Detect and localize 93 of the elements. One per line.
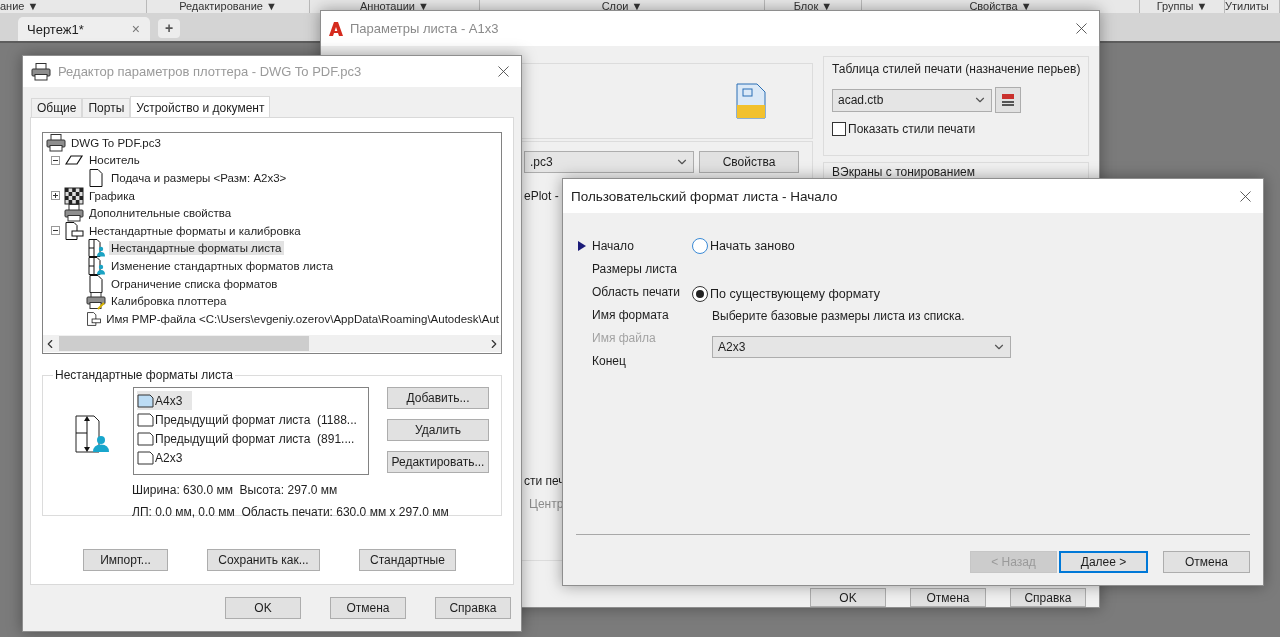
group-title: Таблица стилей печати (назначение перьев) — [832, 62, 1081, 76]
checkbox-label: Показать стили печати — [848, 122, 976, 136]
ribbon-panel-label[interactable]: Редактирование ▼ — [179, 0, 277, 13]
wizard-step: Начало — [592, 238, 634, 253]
tree-item[interactable]: Носитель — [87, 153, 142, 168]
dialog-button[interactable]: Отмена — [910, 588, 986, 607]
list-item[interactable]: Предыдущий формат листа (891.... — [137, 429, 365, 448]
dialog-button[interactable]: Отмена — [330, 597, 406, 619]
hint-text: Выберите базовые размеры листа из списка. — [712, 309, 965, 323]
plotter-dropdown[interactable]: .pc3 — [524, 151, 694, 173]
horizontal-scrollbar[interactable] — [43, 335, 501, 352]
tree-item[interactable]: DWG To PDF.pc3 — [69, 135, 163, 150]
wizard-step: Имя файла — [592, 330, 656, 345]
window-title: Редактор параметров плоттера - DWG To PDF.pc3 — [58, 64, 362, 79]
radio-label: По существующему формату — [710, 287, 881, 301]
collapse-toggle[interactable] — [51, 226, 60, 236]
action-button[interactable]: Сохранить как... — [207, 549, 320, 571]
list-item[interactable]: A2x3 — [137, 448, 193, 467]
dialog-button[interactable]: OK — [810, 588, 886, 607]
option-label: Центр — [529, 497, 564, 511]
wizard-button[interactable]: Далее > — [1059, 551, 1148, 573]
action-button[interactable]: Импорт... — [83, 549, 168, 571]
tab[interactable]: Общие — [31, 98, 83, 117]
tab[interactable]: Устройство и документ — [130, 96, 271, 118]
wizard-button[interactable]: Отмена — [1163, 551, 1250, 573]
page-icon — [137, 431, 154, 446]
wizard-step: Имя формата — [592, 307, 669, 322]
window-title: Пользовательский формат листа - Начало — [571, 188, 838, 204]
plotter-note: ePlot - — [524, 189, 559, 203]
tree-item[interactable]: Нестандартные форматы и калибровка — [87, 223, 303, 238]
tree-item[interactable]: Графика — [87, 188, 137, 203]
wizard-step: Размеры листа — [592, 261, 677, 276]
page-dimensions-icon — [86, 239, 106, 258]
file-icon — [734, 83, 768, 119]
dialog-button[interactable]: OK — [225, 597, 301, 619]
radio-button[interactable] — [692, 238, 708, 254]
tree-item[interactable]: Изменение стандартных форматов листа — [109, 258, 336, 273]
ribbon-panel-label[interactable]: Слои ▼ — [601, 0, 643, 13]
ribbon-panel-label[interactable]: Утилиты — [1225, 0, 1269, 13]
page-dimensions-icon — [75, 415, 111, 453]
action-button[interactable]: Стандартные — [359, 549, 456, 571]
window-title: Параметры листа - A1x3 — [350, 21, 499, 36]
wizard-step: Область печати — [592, 284, 681, 299]
collapse-toggle[interactable] — [51, 155, 60, 165]
ribbon-panel-label[interactable]: Свойства ▼ — [969, 0, 1032, 13]
list-action-button[interactable]: Добавить... — [387, 387, 489, 409]
page-icon — [137, 393, 154, 408]
group-title: Нестандартные форматы листа — [54, 368, 234, 382]
dialog-button[interactable]: Справка — [1010, 588, 1086, 607]
radio-button[interactable] — [692, 286, 708, 302]
style-table-dropdown[interactable]: acad.ctb — [832, 88, 992, 112]
ribbon-panel-label[interactable]: Блок ▼ — [793, 0, 833, 13]
tree-item[interactable]: Ограничение списка форматов — [109, 276, 280, 291]
app-logo — [329, 21, 343, 36]
list-item[interactable]: A4x3 — [137, 391, 193, 410]
list-action-button[interactable]: Редактировать... — [387, 451, 489, 473]
page-icon — [137, 450, 154, 465]
wizard-step: Конец — [592, 353, 626, 368]
document-icon — [64, 221, 84, 240]
base-size-dropdown[interactable]: A2x3 — [712, 336, 1011, 358]
tab[interactable]: Порты — [82, 98, 131, 117]
page-icon — [86, 169, 106, 187]
close-tab-button[interactable]: × — [131, 21, 140, 37]
group-title: ВЭкраны с тонированием — [832, 165, 976, 179]
ribbon-panel-label[interactable]: ание ▼ — [0, 0, 39, 13]
list-action-button[interactable]: Удалить — [387, 419, 489, 441]
document-icon — [86, 309, 102, 328]
page-icon — [137, 412, 154, 427]
ribbon-panel-label[interactable]: Группы ▼ — [1156, 0, 1208, 13]
checkerboard-icon — [64, 186, 84, 205]
radio-label: Начать заново — [710, 239, 795, 253]
tree-item[interactable]: Калибровка плоттера — [109, 294, 229, 309]
edit-style-button[interactable] — [995, 87, 1021, 113]
printer-icon — [31, 62, 51, 81]
tree-item[interactable]: Имя PMP-файла <C:\Users\evgeniy.ozerov\AppData\Roaming\Autodesk\Aut — [104, 311, 501, 326]
size-info: Ширина: 630.0 мм Высота: 297.0 мм — [132, 483, 338, 497]
expand-toggle[interactable] — [51, 191, 60, 201]
dialog-button[interactable]: Справка — [435, 597, 511, 619]
tree-item[interactable]: Подача и размеры <Разм: A2x3> — [109, 171, 289, 185]
printer-pencil-icon — [86, 292, 106, 311]
properties-button[interactable]: Свойства — [699, 151, 799, 173]
printer-icon — [64, 204, 84, 223]
table-icon — [1000, 92, 1016, 108]
new-tab-button[interactable]: + — [158, 19, 180, 38]
page-icon — [86, 274, 106, 293]
document-tab[interactable]: Чертеж1* × — [18, 17, 150, 41]
page-dimensions-icon — [86, 256, 106, 275]
tree-item[interactable]: Нестандартные форматы листа — [109, 241, 284, 256]
tree-item[interactable]: Дополнительные свойства — [87, 206, 234, 221]
checkbox[interactable] — [832, 122, 846, 136]
list-item[interactable]: Предыдущий формат листа (1188... — [137, 410, 367, 429]
area-info: ЛП: 0.0 мм, 0.0 мм Область печати: 630.0 мм x 297.0 мм — [132, 505, 449, 519]
ribbon-panel-label[interactable]: Аннотации ▼ — [360, 0, 429, 13]
